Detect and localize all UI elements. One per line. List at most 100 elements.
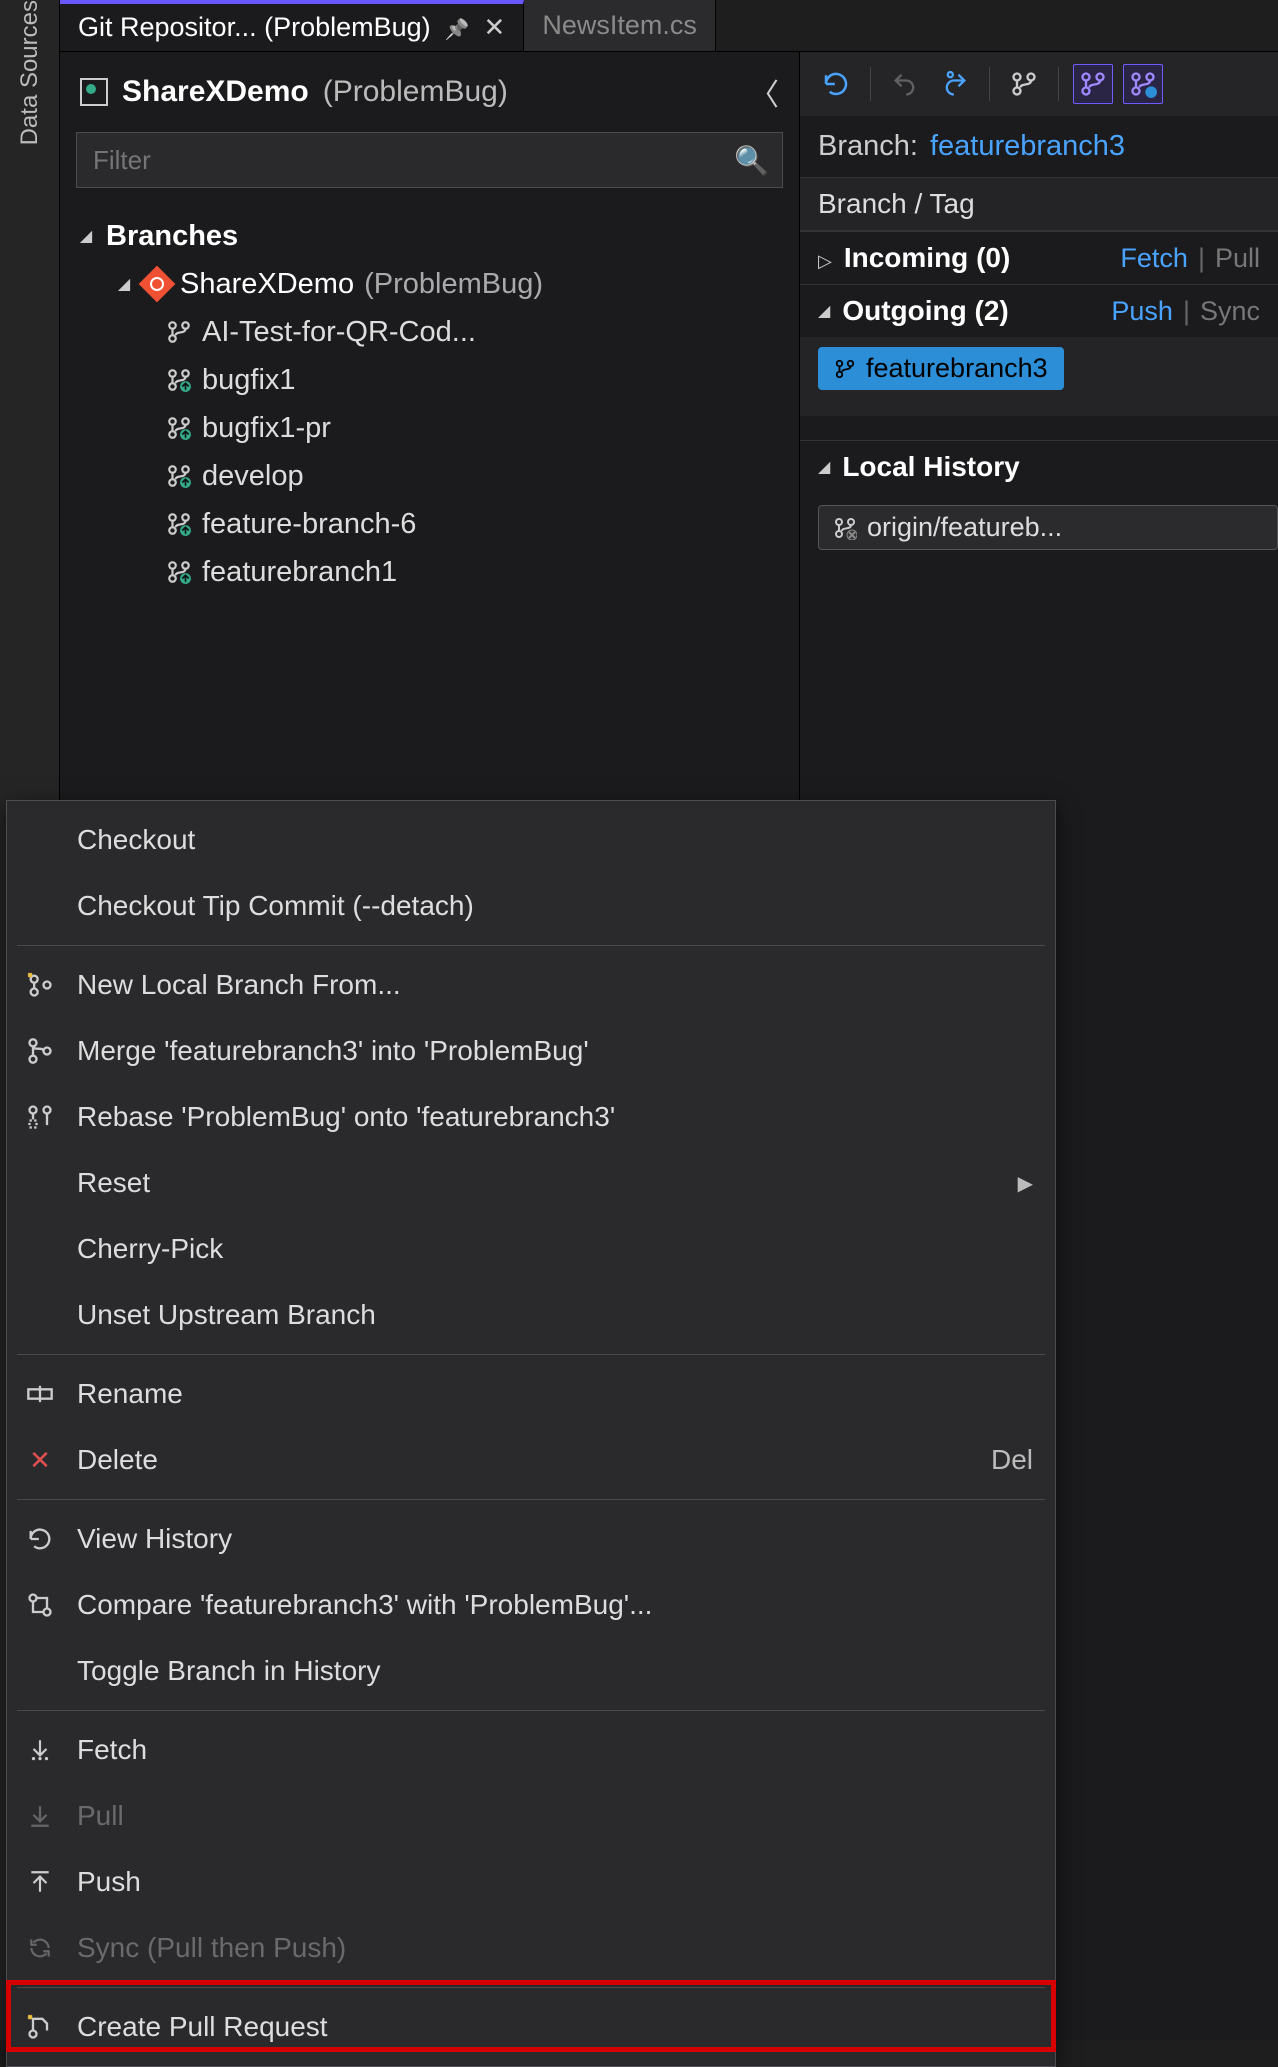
fetch-link[interactable]: Fetch [1120,243,1188,274]
outgoing-section[interactable]: Outgoing (2) Push | Sync [800,284,1278,337]
rebase-icon [21,1103,59,1131]
branch-icon-button[interactable] [1004,64,1044,104]
current-branch-row: Branch: featurebranch3 [800,116,1278,177]
menu-separator [17,1710,1045,1711]
branch-item[interactable]: featurebranch1 [76,548,795,596]
redo-button[interactable] [935,64,975,104]
branch-ahead-icon [166,559,192,585]
branch-icon [166,319,192,345]
fetch-icon [21,1737,59,1763]
branch-item[interactable]: develop [76,452,795,500]
toolbar-separator [870,67,871,101]
outgoing-commit-chip[interactable]: featurebranch3 [818,347,1064,390]
sync-icon [21,1935,59,1961]
tab-label: Git Repositor... (ProblemBug) [78,12,431,43]
menu-checkout-tip[interactable]: Checkout Tip Commit (--detach) [7,873,1055,939]
repo-node[interactable]: ShareXDemo (ProblemBug) [76,260,795,308]
expand-icon[interactable] [818,451,830,483]
menu-pull: Pull [7,1783,1055,1849]
tab-label: NewsItem.cs [542,10,697,41]
menu-cherry-pick[interactable]: Cherry-Pick [7,1216,1055,1282]
menu-separator [17,1987,1045,1988]
expand-icon[interactable] [818,242,832,274]
graph-mode-1-button[interactable] [1073,64,1113,104]
repo-node-name: ShareXDemo [180,268,354,301]
search-icon[interactable]: 🔍 [734,144,769,177]
tab-newsitem[interactable]: NewsItem.cs [524,0,716,51]
rename-icon [21,1380,59,1408]
menu-compare[interactable]: Compare 'featurebranch3' with 'ProblemBu… [7,1572,1055,1638]
pull-request-icon [21,2013,59,2041]
local-history-section[interactable]: Local History [800,440,1278,493]
separator: | [1183,296,1190,327]
branch-tag-head[interactable]: Branch / Tag [800,177,1278,231]
separator: | [1198,243,1205,274]
menu-separator [17,945,1045,946]
back-chevron-icon[interactable]: 〈 [749,70,779,114]
menu-unset-upstream[interactable]: Unset Upstream Branch [7,1282,1055,1348]
undo-button[interactable] [885,64,925,104]
history-remote-chip[interactable]: origin/featureb... [818,505,1278,550]
branch-ahead-icon [166,367,192,393]
menu-checkout[interactable]: Checkout [7,807,1055,873]
repo-header: ShareXDemo (ProblemBug) 〈 [60,52,799,132]
graph-mode-2-button[interactable] [1123,64,1163,104]
expand-icon[interactable] [818,295,830,327]
sync-link[interactable]: Sync [1200,296,1260,327]
new-branch-icon [21,971,59,999]
branch-tag-label: Branch / Tag [818,188,975,220]
push-icon [21,1869,59,1895]
history-chip-label: origin/featureb... [867,512,1062,543]
menu-merge[interactable]: Merge 'featurebranch3' into 'ProblemBug' [7,1018,1055,1084]
branch-ahead-icon [166,511,192,537]
local-history-label: Local History [842,451,1019,483]
filter-input[interactable] [76,132,783,188]
menu-rename[interactable]: Rename [7,1361,1055,1427]
pin-icon[interactable] [445,12,470,43]
menu-view-history[interactable]: View History [7,1506,1055,1572]
menu-delete[interactable]: ✕ Delete Del [7,1427,1055,1493]
branch-name: feature-branch-6 [202,508,416,541]
submenu-arrow-icon: ▶ [1018,1171,1033,1196]
branch-name: bugfix1 [202,364,296,397]
outgoing-label: Outgoing (2) [842,295,1008,327]
expand-icon[interactable] [76,220,96,253]
menu-toggle-history[interactable]: Toggle Branch in History [7,1638,1055,1704]
repo-name: ShareXDemo [122,75,309,109]
branch-name: AI-Test-for-QR-Cod... [202,316,476,349]
branch-item[interactable]: bugfix1 [76,356,795,404]
push-link[interactable]: Push [1111,296,1173,327]
branch-item[interactable]: feature-branch-6 [76,500,795,548]
menu-reset[interactable]: Reset▶ [7,1150,1055,1216]
menu-fetch[interactable]: Fetch [7,1717,1055,1783]
repo-icon [80,78,108,106]
remote-branch-icon [833,516,857,540]
expand-icon[interactable] [114,268,134,301]
branches-label: Branches [106,220,238,253]
compare-icon [21,1591,59,1619]
branches-node[interactable]: Branches [76,212,795,260]
menu-separator [17,1354,1045,1355]
branch-name: develop [202,460,304,493]
menu-separator [17,1499,1045,1500]
current-branch-link[interactable]: featurebranch3 [930,130,1125,163]
refresh-button[interactable] [816,64,856,104]
branch-tree: Branches ShareXDemo (ProblemBug) AI-Test… [60,202,799,596]
menu-new-branch[interactable]: New Local Branch From... [7,952,1055,1018]
close-icon[interactable]: ✕ [484,12,506,43]
shortcut-label: Del [991,1444,1033,1476]
document-tab-bar: Git Repositor... (ProblemBug) ✕ NewsItem… [60,0,1278,52]
menu-rebase[interactable]: Rebase 'ProblemBug' onto 'featurebranch3… [7,1084,1055,1150]
menu-create-pull-request[interactable]: Create Pull Request [7,1994,1055,2060]
tab-git-repository[interactable]: Git Repositor... (ProblemBug) ✕ [60,0,524,51]
branch-item[interactable]: bugfix1-pr [76,404,795,452]
pull-link[interactable]: Pull [1215,243,1260,274]
branch-item[interactable]: AI-Test-for-QR-Cod... [76,308,795,356]
incoming-section[interactable]: Incoming (0) Fetch | Pull [800,231,1278,284]
branch-name: featurebranch1 [202,556,397,589]
menu-push[interactable]: Push [7,1849,1055,1915]
repo-node-suffix: (ProblemBug) [364,268,543,301]
repo-branch-suffix: (ProblemBug) [323,75,508,109]
branch-name: bugfix1-pr [202,412,331,445]
branch-icon [834,358,856,380]
